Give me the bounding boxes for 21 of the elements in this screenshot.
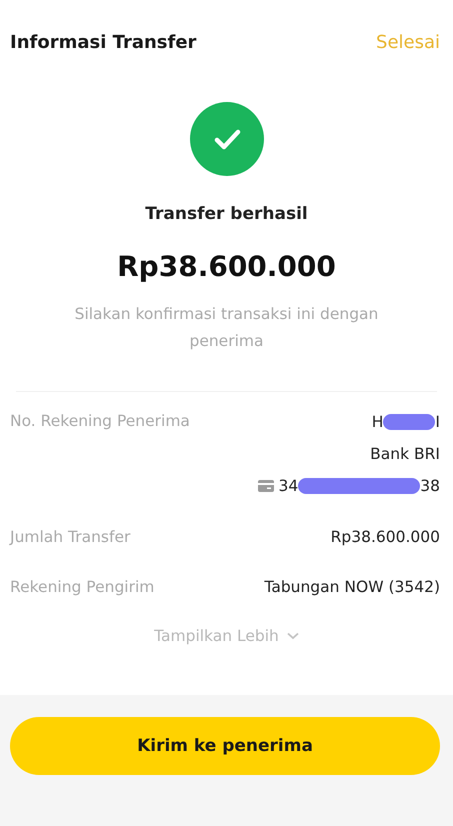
detail-value: Tabungan NOW (3542)	[264, 578, 440, 596]
account-number-end: 38	[420, 477, 440, 495]
recipient-name-start: H	[372, 413, 384, 431]
account-number-start: 34	[278, 477, 298, 495]
bank-name: Bank BRI	[370, 445, 440, 463]
detail-label: Rekening Pengirim	[10, 578, 154, 596]
card-icon	[258, 480, 274, 492]
detail-value: Rp38.600.000	[330, 528, 440, 546]
confirmation-note: Silakan konfirmasi transaksi ini dengan penerima	[74, 304, 380, 352]
redaction-bar	[383, 414, 436, 430]
success-check-icon	[190, 102, 264, 176]
show-more-button[interactable]: Tampilkan Lebih	[148, 626, 305, 646]
page-title: Informasi Transfer	[10, 32, 196, 52]
done-link[interactable]: Selesai	[376, 32, 440, 52]
detail-label: Jumlah Transfer	[10, 528, 130, 546]
detail-label: No. Rekening Penerima	[10, 412, 190, 430]
recipient-name-end: I	[435, 413, 440, 431]
send-to-recipient-button[interactable]: Kirim ke penerima	[10, 717, 440, 775]
status-title: Transfer berhasil	[145, 204, 308, 224]
transfer-amount: Rp38.600.000	[117, 250, 336, 283]
chevron-down-icon	[286, 632, 299, 640]
